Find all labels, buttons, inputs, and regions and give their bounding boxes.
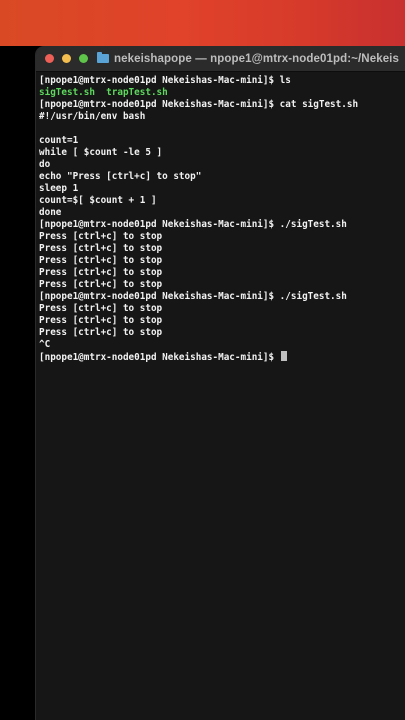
terminal-window[interactable]: nekeishapope — npope1@mtrx-node01pd:~/Ne… (36, 46, 405, 720)
terminal-line-text: Press [ctrl+c] to stop (39, 231, 163, 242)
terminal-line-text: Press [ctrl+c] to stop (39, 327, 163, 338)
terminal-line-text: Press [ctrl+c] to stop (39, 243, 163, 254)
terminal-output-line: Press [ctrl+c] to stop (39, 243, 405, 255)
terminal-prompt-line: [npope1@mtrx-node01pd Nekeishas-Mac-mini… (39, 291, 405, 303)
terminal-prompt-line: [npope1@mtrx-node01pd Nekeishas-Mac-mini… (39, 219, 405, 231)
terminal-output-line: Press [ctrl+c] to stop (39, 231, 405, 243)
terminal-prompt-line: [npope1@mtrx-node01pd Nekeishas-Mac-mini… (39, 99, 405, 111)
terminal-line-text: [npope1@mtrx-node01pd Nekeishas-Mac-mini… (39, 291, 347, 302)
terminal-output-line: done (39, 207, 405, 219)
terminal-line-text: ^C (39, 339, 51, 350)
terminal-line-text: Press [ctrl+c] to stop (39, 279, 163, 290)
terminal-output-line: do (39, 159, 405, 171)
terminal-output-line: Press [ctrl+c] to stop (39, 279, 405, 291)
terminal-output-line: while [ $count -le 5 ] (39, 147, 405, 159)
terminal-output-line: Press [ctrl+c] to stop (39, 315, 405, 327)
terminal-line-text: sleep 1 (39, 183, 79, 194)
terminal-output-line: sleep 1 (39, 183, 405, 195)
folder-icon (97, 52, 109, 63)
terminal-line-text: [npope1@mtrx-node01pd Nekeishas-Mac-mini… (39, 75, 291, 86)
terminal-output-line: #!/usr/bin/env bash (39, 111, 405, 123)
terminal-output-line: echo "Press [ctrl+c] to stop" (39, 171, 405, 183)
terminal-output-line: sigTest.sh trapTest.sh (39, 87, 405, 99)
terminal-output-line: count=$[ $count + 1 ] (39, 195, 405, 207)
terminal-output-line: Press [ctrl+c] to stop (39, 327, 405, 339)
terminal-output-line: Press [ctrl+c] to stop (39, 267, 405, 279)
terminal-line-text: #!/usr/bin/env bash (39, 111, 146, 122)
terminal-line-text: done (39, 207, 62, 218)
terminal-line-text: count=$[ $count + 1 ] (39, 195, 157, 206)
window-title: nekeishapope — npope1@mtrx-node01pd:~/Ne… (114, 52, 399, 65)
terminal-prompt-line: [npope1@mtrx-node01pd Nekeishas-Mac-mini… (39, 75, 405, 87)
terminal-line-text: count=1 (39, 135, 79, 146)
terminal-line-text: Press [ctrl+c] to stop (39, 255, 163, 266)
terminal-prompt-line: [npope1@mtrx-node01pd Nekeishas-Mac-mini… (39, 351, 405, 363)
terminal-line-text: [npope1@mtrx-node01pd Nekeishas-Mac-mini… (39, 99, 359, 110)
terminal-line-text: do (39, 159, 51, 170)
terminal-line-text: Press [ctrl+c] to stop (39, 315, 163, 326)
terminal-output-line: ^C (39, 339, 405, 351)
terminal-output-line: Press [ctrl+c] to stop (39, 303, 405, 315)
terminal-output-line: count=1 (39, 135, 405, 147)
terminal-line-text: Press [ctrl+c] to stop (39, 267, 163, 278)
terminal-line-text: Press [ctrl+c] to stop (39, 303, 163, 314)
terminal-output[interactable]: [npope1@mtrx-node01pd Nekeishas-Mac-mini… (36, 72, 405, 363)
desktop-wallpaper (0, 0, 405, 46)
terminal-line-text: sigTest.sh trapTest.sh (39, 87, 168, 98)
terminal-line-text: while [ $count -le 5 ] (39, 147, 163, 158)
terminal-output-line: Press [ctrl+c] to stop (39, 255, 405, 267)
close-window-button[interactable] (45, 54, 54, 63)
terminal-line-text: [npope1@mtrx-node01pd Nekeishas-Mac-mini… (39, 352, 280, 363)
minimize-window-button[interactable] (62, 54, 71, 63)
terminal-cursor (280, 351, 287, 361)
terminal-line-text: [npope1@mtrx-node01pd Nekeishas-Mac-mini… (39, 219, 347, 230)
zoom-window-button[interactable] (79, 54, 88, 63)
terminal-line-text: echo "Press [ctrl+c] to stop" (39, 171, 202, 182)
window-titlebar[interactable]: nekeishapope — npope1@mtrx-node01pd:~/Ne… (36, 46, 405, 72)
